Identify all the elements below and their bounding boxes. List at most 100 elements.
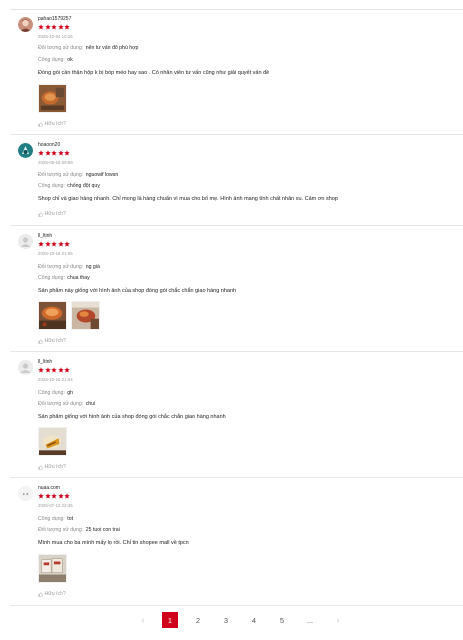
review-date: 2025-10-04 10:26 xyxy=(38,34,73,39)
helpful-button[interactable]: Hữu ích? xyxy=(38,121,66,127)
star-rating xyxy=(38,367,70,373)
star-icon xyxy=(57,493,64,499)
review-attribute: Công dụng: gh xyxy=(38,390,73,396)
star-icon xyxy=(38,24,44,30)
star-rating xyxy=(38,493,70,499)
avatar[interactable] xyxy=(18,17,33,32)
review-photo[interactable] xyxy=(38,301,67,330)
prev-page-button[interactable]: ‹ xyxy=(135,612,151,628)
helpful-label: Hữu ích? xyxy=(44,211,66,217)
star-icon xyxy=(57,150,64,156)
attribute-label: Công dụng: xyxy=(38,57,65,63)
review-attribute: Đối tượng sử dụng: chui xyxy=(38,401,95,407)
review-date: 2025-09-16 09:59 xyxy=(38,160,73,165)
page-ellipsis: ... xyxy=(306,615,314,625)
review-username[interactable]: ll_ltinh xyxy=(38,233,52,239)
helpful-button[interactable]: Hữu ích? xyxy=(38,338,66,344)
review-username[interactable]: pahao1579257 xyxy=(38,16,71,22)
review-attribute: Công dụng: chống đột quỵ xyxy=(38,183,100,189)
star-icon xyxy=(57,24,64,30)
star-icon xyxy=(44,150,51,156)
thumbs-up-icon xyxy=(38,591,43,597)
review-photo[interactable] xyxy=(38,427,67,456)
attribute-value: gh xyxy=(67,390,74,396)
helpful-label: Hữu ích? xyxy=(44,591,66,597)
attribute-label: Đối tượng sử dụng: xyxy=(38,172,84,178)
page-4-button[interactable]: 4 xyxy=(246,612,262,628)
avatar[interactable] xyxy=(18,360,33,375)
review-attribute: Công dụng: tot xyxy=(38,516,73,522)
review-username[interactable]: nuaa.com xyxy=(38,485,60,491)
attribute-label: Đối tượng sử dụng: xyxy=(38,45,84,51)
thumbs-up-icon xyxy=(38,211,43,217)
review-attribute: Đối tượng sử dụng: ng già xyxy=(38,264,100,270)
attribute-label: Công dụng: xyxy=(38,516,65,522)
attribute-label: Đối tượng sử dụng: xyxy=(38,264,84,270)
pagination: ‹ 1 2 3 4 5 ... › xyxy=(0,612,463,628)
star-icon xyxy=(44,24,51,30)
star-icon xyxy=(38,241,44,247)
review-attribute: Công dụng: ok xyxy=(38,57,73,63)
avatar[interactable]: ✦✦ xyxy=(18,486,33,501)
attribute-value: chua thay xyxy=(67,275,90,281)
star-icon xyxy=(57,241,64,247)
review-item: hoaoon20 2025-09-16 09:59 Đối tượng sử d… xyxy=(10,135,463,226)
review-attribute: Đối tượng sử dụng: nguowif lowsn xyxy=(38,172,118,178)
star-icon xyxy=(51,150,57,156)
attribute-value: chui xyxy=(85,401,96,407)
helpful-label: Hữu ích? xyxy=(44,121,66,127)
review-item: ll_ltinh 2025-10-16 21:05 Đối tượng sử d… xyxy=(10,226,463,352)
attribute-value: nguowif lowsn xyxy=(85,172,119,178)
star-icon xyxy=(44,493,51,499)
helpful-button[interactable]: Hữu ích? xyxy=(38,591,66,597)
helpful-button[interactable]: Hữu ích? xyxy=(38,464,66,470)
attribute-value: ng già xyxy=(85,264,100,270)
avatar[interactable] xyxy=(18,234,33,249)
star-icon xyxy=(38,367,44,373)
attribute-label: Công dụng: xyxy=(38,390,65,396)
review-username[interactable]: ll_ltinh xyxy=(38,359,52,365)
review-attribute: Công dụng: chua thay xyxy=(38,275,90,281)
review-comment: Mình mua cho ba mình mấy lọ rồi. Chỉ tin… xyxy=(38,540,189,546)
attribute-value: tot xyxy=(67,516,74,522)
star-icon xyxy=(57,367,64,373)
attribute-value: chống đột quỵ xyxy=(67,183,100,189)
star-icon xyxy=(51,367,57,373)
helpful-button[interactable]: Hữu ích? xyxy=(38,211,66,217)
star-icon xyxy=(64,367,70,373)
review-item: ✦✦ nuaa.com 2025-07-12 22:45 Công dụng: … xyxy=(10,478,463,606)
thumbs-up-icon xyxy=(38,338,43,344)
star-icon xyxy=(51,241,57,247)
product-reviews-page: pahao1579257 2025-10-04 10:26 Đối tượng … xyxy=(0,0,463,640)
review-photo[interactable] xyxy=(38,84,67,113)
thumbs-up-icon xyxy=(38,121,43,127)
helpful-label: Hữu ích? xyxy=(44,338,66,344)
star-rating xyxy=(38,241,70,247)
page-3-button[interactable]: 3 xyxy=(218,612,234,628)
review-item: pahao1579257 2025-10-04 10:26 Đối tượng … xyxy=(10,10,463,135)
review-comment: Sản phẩm này giống với hình ảnh của shop… xyxy=(38,288,237,294)
star-icon xyxy=(64,150,70,156)
page-2-button[interactable]: 2 xyxy=(190,612,206,628)
review-comment: Shop chỉ và giao hàng nhanh. Chỉ mong là… xyxy=(38,196,338,202)
helpful-label: Hữu ích? xyxy=(44,464,66,470)
page-1-button[interactable]: 1 xyxy=(162,612,178,628)
review-comment: Sản phẩm giống với hình ảnh của shop đón… xyxy=(38,414,226,420)
avatar[interactable] xyxy=(18,143,33,158)
star-rating xyxy=(38,150,70,156)
attribute-label: Đối tượng sử dụng: xyxy=(38,527,84,533)
star-icon xyxy=(51,24,57,30)
next-page-button[interactable]: › xyxy=(330,612,346,628)
attribute-label: Công dụng: xyxy=(38,275,65,281)
star-icon xyxy=(64,24,70,30)
review-item: ll_ltinh 2025-10-16 21:04 Công dụng: gh … xyxy=(10,352,463,478)
review-date: 2025-07-12 22:45 xyxy=(38,503,73,508)
attribute-label: Công dụng: xyxy=(38,183,65,189)
review-photo[interactable] xyxy=(71,301,100,330)
page-5-button[interactable]: 5 xyxy=(274,612,290,628)
review-photo[interactable] xyxy=(38,554,67,583)
review-date: 2025-10-16 21:04 xyxy=(38,377,73,382)
review-attribute: Đối tượng sử dụng: 25 tuoi con trai xyxy=(38,527,120,533)
thumbs-up-icon xyxy=(38,464,43,470)
review-username[interactable]: hoaoon20 xyxy=(38,142,60,148)
